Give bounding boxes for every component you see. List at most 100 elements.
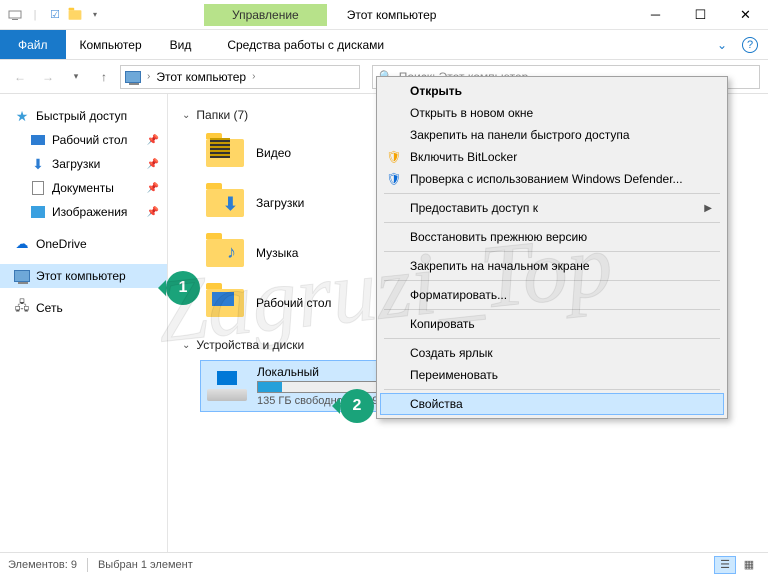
sidebar-documents[interactable]: Документы 📌 (0, 176, 167, 200)
cloud-icon: ☁ (14, 236, 30, 252)
chevron-right-icon: › (147, 71, 150, 82)
close-button[interactable]: ✕ (723, 0, 768, 30)
title-bar: | ☑ ▾ Управление Этот компьютер ─ ☐ ✕ (0, 0, 768, 30)
ribbon-computer-tab[interactable]: Компьютер (66, 30, 156, 59)
callout-2: 2 (340, 389, 374, 423)
sidebar-label: Сеть (36, 301, 63, 315)
ctx-label: Предоставить доступ к (410, 201, 538, 215)
ctx-bitlocker[interactable]: 🛡 Включить BitLocker (380, 146, 724, 168)
ctx-restore-previous[interactable]: Восстановить прежнюю версию (380, 226, 724, 248)
contextual-tab-label: Управление (204, 4, 327, 26)
quick-access-toolbar: | ☑ ▾ (0, 6, 104, 24)
ctx-properties[interactable]: Свойства (380, 393, 724, 415)
separator (384, 309, 720, 310)
help-icon[interactable]: ? (742, 37, 758, 53)
ctx-open-new-window[interactable]: Открыть в новом окне (380, 102, 724, 124)
chevron-right-icon: › (252, 71, 255, 82)
chevron-down-icon: ⌄ (182, 340, 190, 351)
separator (384, 222, 720, 223)
sidebar-this-pc[interactable]: Этот компьютер (0, 264, 167, 288)
context-menu: Открыть Открыть в новом окне Закрепить н… (376, 76, 728, 419)
sidebar-network[interactable]: 🖧 Сеть (0, 296, 167, 320)
ribbon-file-tab[interactable]: Файл (0, 30, 66, 59)
disk-icon (207, 371, 247, 401)
ctx-create-shortcut[interactable]: Создать ярлык (380, 342, 724, 364)
separator (384, 389, 720, 390)
ctx-format[interactable]: Форматировать... (380, 284, 724, 306)
ctx-open[interactable]: Открыть (380, 80, 724, 102)
group-label: Папки (7) (196, 108, 248, 122)
folder-music[interactable]: ♪ Музыка (200, 230, 400, 276)
sidebar-label: Загрузки (52, 157, 100, 171)
separator (384, 280, 720, 281)
ctx-rename[interactable]: Переименовать (380, 364, 724, 386)
ctx-defender[interactable]: 🛡 Проверка с использованием Windows Defen… (380, 168, 724, 190)
folder-video[interactable]: Видео (200, 130, 400, 176)
navigation-pane: ★ Быстрый доступ Рабочий стол 📌 ⬇ Загруз… (0, 94, 168, 552)
shield-icon: 🛡 (386, 171, 402, 187)
folder-desktop[interactable]: Рабочий стол (200, 280, 400, 326)
maximize-button[interactable]: ☐ (678, 0, 723, 30)
ctx-copy[interactable]: Копировать (380, 313, 724, 335)
properties-icon[interactable]: ☑ (46, 6, 64, 24)
folder-label: Видео (256, 146, 291, 160)
desktop-icon (31, 135, 45, 145)
star-icon: ★ (14, 108, 30, 124)
sidebar-label: OneDrive (36, 237, 87, 251)
ctx-pin-quick-access[interactable]: Закрепить на панели быстрого доступа (380, 124, 724, 146)
address-bar[interactable]: › Этот компьютер › (120, 65, 360, 89)
forward-button[interactable]: → (36, 65, 60, 89)
sidebar-label: Быстрый доступ (36, 109, 127, 123)
callout-1: 1 (166, 271, 200, 305)
ctx-give-access[interactable]: Предоставить доступ к ▶ (380, 197, 724, 219)
sidebar-quick-access[interactable]: ★ Быстрый доступ (0, 104, 167, 128)
divider (87, 558, 88, 572)
back-button[interactable]: ← (8, 65, 32, 89)
separator (384, 193, 720, 194)
pin-icon: 📌 (147, 183, 159, 194)
minimize-button[interactable]: ─ (633, 0, 678, 30)
up-button[interactable]: ↑ (92, 65, 116, 89)
view-details-button[interactable]: ☰ (714, 556, 736, 574)
view-large-icons-button[interactable]: ▦ (738, 556, 760, 574)
sidebar-downloads[interactable]: ⬇ Загрузки 📌 (0, 152, 167, 176)
pin-icon: 📌 (147, 207, 159, 218)
pin-icon: 📌 (147, 135, 159, 146)
ctx-pin-start[interactable]: Закрепить на начальном экране (380, 255, 724, 277)
pin-icon: 📌 (147, 159, 159, 170)
shield-icon: 🛡 (386, 149, 402, 165)
chevron-down-icon: ⌄ (182, 110, 190, 121)
desktop-icon (212, 292, 234, 306)
qat-dropdown-icon[interactable]: ▾ (86, 6, 104, 24)
ribbon-expand-icon[interactable]: ⌄ (702, 30, 742, 59)
sidebar-label: Документы (52, 181, 114, 195)
pictures-icon (31, 206, 45, 218)
sidebar-onedrive[interactable]: ☁ OneDrive (0, 232, 167, 256)
status-selection: Выбран 1 элемент (98, 559, 193, 571)
group-label: Устройства и диски (196, 338, 304, 352)
qat-sep: | (26, 6, 44, 24)
ctx-label: Проверка с использованием Windows Defend… (410, 172, 683, 186)
folder-label: Музыка (256, 246, 298, 260)
sidebar-pictures[interactable]: Изображения 📌 (0, 200, 167, 224)
music-icon: ♪ (227, 242, 236, 263)
folder-downloads[interactable]: ⬇ Загрузки (200, 180, 400, 226)
download-icon: ⬇ (223, 194, 238, 215)
new-folder-icon[interactable] (66, 6, 84, 24)
download-icon: ⬇ (30, 156, 46, 172)
folder-label: Загрузки (256, 196, 304, 210)
address-location: Этот компьютер (156, 70, 246, 84)
pc-icon (125, 71, 141, 83)
pc-icon (14, 270, 30, 282)
network-icon: 🖧 (14, 300, 30, 316)
recent-locations-icon[interactable]: ▾ (64, 65, 88, 89)
separator (384, 338, 720, 339)
chevron-right-icon: ▶ (704, 203, 712, 214)
sidebar-desktop[interactable]: Рабочий стол 📌 (0, 128, 167, 152)
app-icon (6, 6, 24, 24)
ribbon: Файл Компьютер Вид Средства работы с дис… (0, 30, 768, 60)
video-icon (210, 138, 230, 158)
ribbon-view-tab[interactable]: Вид (156, 30, 206, 59)
ribbon-drive-tools-tab[interactable]: Средства работы с дисками (213, 30, 398, 59)
ctx-label: Включить BitLocker (410, 150, 517, 164)
